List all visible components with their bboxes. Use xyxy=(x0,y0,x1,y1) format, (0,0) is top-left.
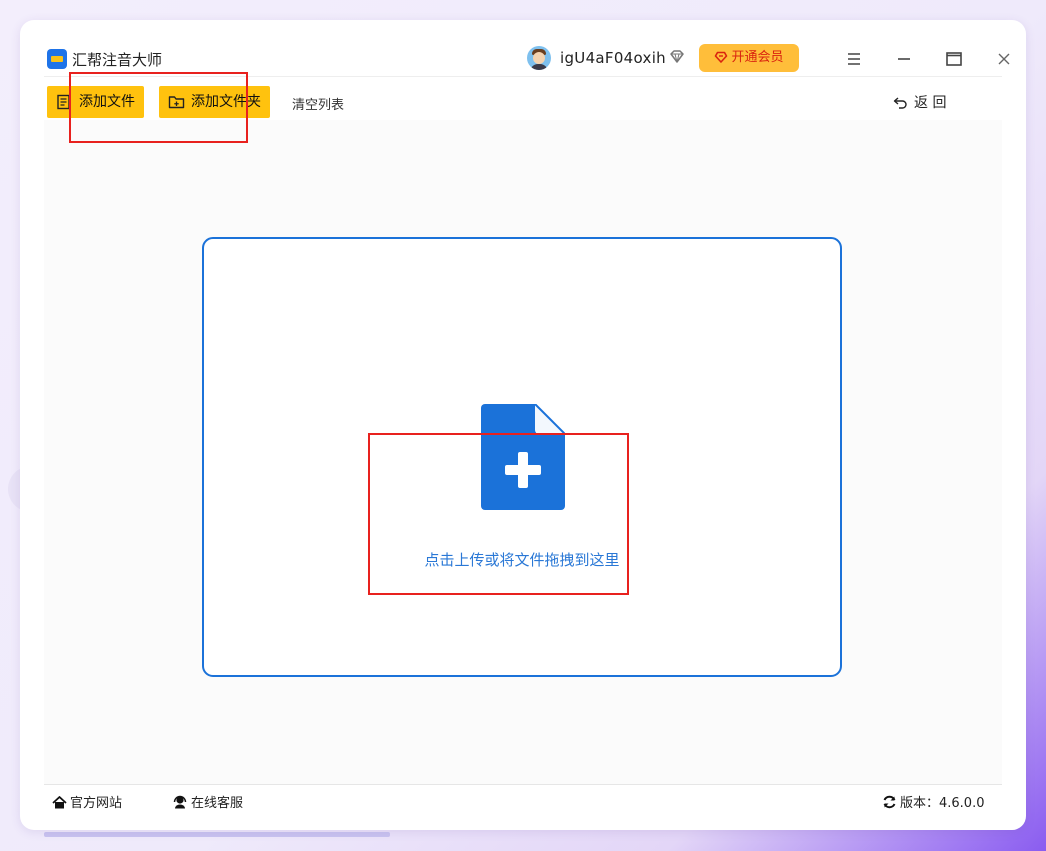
vip-button[interactable]: 开通会员 xyxy=(699,44,799,72)
online-support-link[interactable]: 在线客服 xyxy=(172,792,243,811)
diamond-icon xyxy=(670,50,684,63)
upload-hint: 点击上传或将文件拖拽到这里 xyxy=(424,551,620,569)
close-icon[interactable] xyxy=(992,47,1016,71)
version-label: 版本：4.6.0.0 xyxy=(900,796,985,811)
online-support-label: 在线客服 xyxy=(191,796,244,811)
add-file-label: 添加文件 xyxy=(79,94,135,110)
hamburger-menu-icon[interactable] xyxy=(842,47,866,71)
file-dropzone[interactable]: 点击上传或将文件拖拽到这里 xyxy=(202,237,842,677)
vip-label: 开通会员 xyxy=(731,50,784,65)
headset-icon xyxy=(173,795,187,809)
app-window: 汇帮注音大师 igU4aF04oxih 开通会员 添加文件 添加文件夹 清空列表… xyxy=(20,20,1026,830)
app-logo-icon xyxy=(47,49,67,69)
status-bar: 官方网站 在线客服 版本：4.6.0.0 xyxy=(44,784,1002,811)
official-website-link[interactable]: 官方网站 xyxy=(52,792,122,811)
version-info[interactable]: 版本：4.6.0.0 xyxy=(882,792,984,811)
background-strip xyxy=(44,832,390,837)
add-folder-label: 添加文件夹 xyxy=(191,94,261,110)
add-file-button[interactable]: 添加文件 xyxy=(47,86,144,118)
avatar-icon[interactable] xyxy=(527,46,551,70)
app-title: 汇帮注音大师 xyxy=(72,51,163,69)
minimize-icon[interactable] xyxy=(892,47,916,71)
clear-list-button[interactable]: 清空列表 xyxy=(292,94,344,113)
title-bar: 汇帮注音大师 igU4aF04oxih 开通会员 xyxy=(44,42,1010,77)
username[interactable]: igU4aF04oxih xyxy=(560,49,666,67)
add-folder-button[interactable]: 添加文件夹 xyxy=(159,86,270,118)
refresh-icon xyxy=(883,795,896,809)
folder-add-icon xyxy=(168,96,185,109)
back-label: 返 回 xyxy=(914,95,947,111)
file-add-icon xyxy=(481,404,565,510)
official-website-label: 官方网站 xyxy=(70,796,123,811)
home-icon xyxy=(52,796,67,809)
undo-arrow-icon xyxy=(893,97,907,109)
back-button[interactable]: 返 回 xyxy=(893,92,946,112)
file-list-icon xyxy=(57,94,70,110)
maximize-icon[interactable] xyxy=(942,47,966,71)
heart-gem-icon xyxy=(715,51,728,63)
